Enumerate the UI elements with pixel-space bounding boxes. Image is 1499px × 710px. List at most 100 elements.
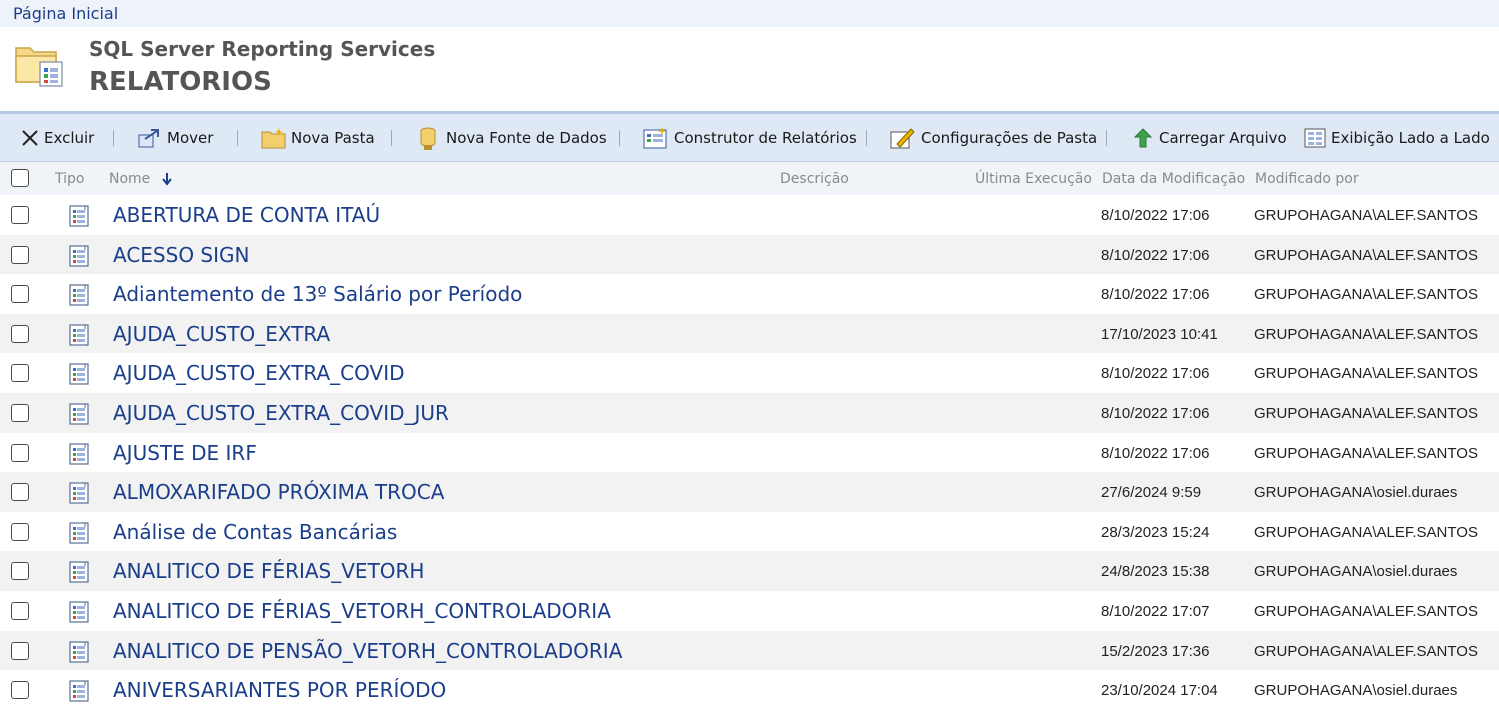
- column-header-row: Tipo Nome Descrição Última Execução Data…: [0, 162, 1499, 195]
- modified-date: 27/6/2024 9:59: [1101, 484, 1202, 502]
- report-name-link[interactable]: ACESSO SIGN: [113, 243, 249, 267]
- modified-date: 8/10/2022 17:06: [1101, 444, 1210, 462]
- page-title: RELATORIOS: [89, 67, 272, 97]
- folder-settings-button[interactable]: Configurações de Pasta: [889, 114, 1097, 161]
- report-list: ABERTURA DE CONTA ITAÚ 8/10/2022 17:06 GRU…: [0, 195, 1499, 710]
- modified-date: 8/10/2022 17:06: [1101, 365, 1210, 383]
- row-checkbox[interactable]: [11, 681, 29, 700]
- modified-by: GRUPOHAGANA\ALEF.SANTOS: [1254, 602, 1478, 620]
- table-row: AJUSTE DE IRF 8/10/2022 17:06 GRUPOHAGANA\…: [0, 433, 1499, 473]
- report-name-link[interactable]: ALMOXARIFADO PRÓXIMA TROCA: [113, 480, 444, 504]
- delete-label: Excluir: [44, 128, 95, 147]
- side-by-side-label: Exibição Lado a Lado: [1331, 128, 1490, 147]
- new-folder-icon: [261, 127, 286, 148]
- report-name-link[interactable]: AJUSTE DE IRF: [113, 441, 257, 465]
- row-checkbox[interactable]: [11, 522, 29, 541]
- table-row: Adiantemento de 13º Salário por Período 8…: [0, 274, 1499, 314]
- breadcrumb-bar: Página Inicial: [0, 0, 1499, 27]
- report-icon[interactable]: [67, 679, 91, 703]
- row-checkbox[interactable]: [11, 641, 29, 660]
- report-name-link[interactable]: Análise de Contas Bancárias: [113, 520, 397, 544]
- column-header-modified-by[interactable]: Modificado por: [1255, 171, 1359, 187]
- report-name-link[interactable]: ANIVERSARIANTES POR PERÍODO: [113, 678, 446, 702]
- modified-by: GRUPOHAGANA\osiel.duraes: [1254, 484, 1458, 502]
- upload-arrow-icon: [1133, 127, 1153, 147]
- modified-by: GRUPOHAGANA\ALEF.SANTOS: [1254, 365, 1478, 383]
- table-row: ALMOXARIFADO PRÓXIMA TROCA 27/6/2024 9:59…: [0, 472, 1499, 512]
- report-icon[interactable]: [67, 481, 91, 505]
- report-icon[interactable]: [67, 521, 91, 545]
- row-checkbox[interactable]: [11, 443, 29, 462]
- report-name-link[interactable]: ANALITICO DE FÉRIAS_VETORH: [113, 559, 424, 583]
- report-name-link[interactable]: ABERTURA DE CONTA ITAÚ: [113, 203, 380, 227]
- toolbar-separator: [1106, 130, 1107, 146]
- toolbar: Excluir Mover Nova Pasta Nova Fonte de D…: [0, 114, 1499, 162]
- modified-date: 8/10/2022 17:06: [1101, 286, 1210, 304]
- row-checkbox[interactable]: [11, 483, 29, 502]
- move-label: Mover: [167, 128, 214, 147]
- column-header-last-run[interactable]: Última Execução: [975, 171, 1092, 187]
- report-icon[interactable]: [67, 323, 91, 347]
- sort-descending-icon: [161, 173, 172, 186]
- report-name-link[interactable]: AJUDA_CUSTO_EXTRA_COVID: [113, 361, 405, 385]
- report-builder-button[interactable]: Construtor de Relatórios: [642, 114, 857, 161]
- delete-button[interactable]: Excluir: [20, 114, 94, 161]
- modified-by: GRUPOHAGANA\ALEF.SANTOS: [1254, 246, 1478, 264]
- report-icon[interactable]: [67, 402, 91, 426]
- breadcrumb-home-link[interactable]: Página Inicial: [13, 4, 118, 23]
- move-button[interactable]: Mover: [137, 114, 213, 161]
- side-by-side-view-button[interactable]: Exibição Lado a Lado: [1303, 114, 1490, 161]
- table-row: ANALITICO DE PENSÃO_VETORH_CONTROLADORIA…: [0, 630, 1499, 671]
- new-folder-label: Nova Pasta: [291, 128, 375, 147]
- upload-button[interactable]: Carregar Arquivo: [1131, 114, 1287, 161]
- row-checkbox[interactable]: [11, 324, 29, 343]
- row-checkbox[interactable]: [11, 403, 29, 422]
- report-icon[interactable]: [67, 283, 91, 307]
- upload-label: Carregar Arquivo: [1159, 128, 1287, 147]
- report-name-link[interactable]: ANALITICO DE FÉRIAS_VETORH_CONTROLADORIA: [113, 599, 611, 623]
- modified-date: 24/8/2023 15:38: [1101, 563, 1210, 581]
- report-name-link[interactable]: AJUDA_CUSTO_EXTRA: [113, 322, 330, 346]
- modified-date: 17/10/2023 10:41: [1101, 325, 1218, 343]
- report-icon[interactable]: [67, 560, 91, 584]
- select-all-checkbox[interactable]: [11, 169, 29, 187]
- report-icon[interactable]: [67, 244, 91, 268]
- column-header-name[interactable]: Nome: [109, 171, 173, 187]
- folder-settings-label: Configurações de Pasta: [921, 128, 1098, 147]
- row-checkbox[interactable]: [11, 245, 29, 264]
- column-header-type[interactable]: Tipo: [55, 171, 84, 187]
- report-builder-icon: [643, 126, 667, 148]
- new-folder-button[interactable]: Nova Pasta: [261, 114, 375, 161]
- toolbar-separator: [619, 130, 620, 146]
- report-name-link[interactable]: AJUDA_CUSTO_EXTRA_COVID_JUR: [113, 401, 449, 425]
- modified-date: 8/10/2022 17:06: [1101, 404, 1210, 422]
- row-checkbox[interactable]: [11, 206, 29, 224]
- column-header-modified-date[interactable]: Data da Modificação: [1102, 171, 1245, 187]
- row-checkbox[interactable]: [11, 364, 29, 383]
- toolbar-separator: [866, 130, 867, 146]
- report-icon[interactable]: [67, 204, 91, 228]
- report-name-link[interactable]: ANALITICO DE PENSÃO_VETORH_CONTROLADORIA: [113, 639, 622, 663]
- row-checkbox[interactable]: [11, 285, 29, 304]
- report-name-link[interactable]: Adiantemento de 13º Salário por Período: [113, 282, 522, 306]
- table-row: AJUDA_CUSTO_EXTRA_COVID 8/10/2022 17:06 GR…: [0, 353, 1499, 393]
- close-icon: [22, 129, 38, 146]
- report-icon[interactable]: [67, 600, 91, 624]
- modified-by: GRUPOHAGANA\osiel.duraes: [1254, 682, 1458, 700]
- report-icon[interactable]: [67, 442, 91, 466]
- row-checkbox[interactable]: [11, 601, 29, 620]
- table-row: ANIVERSARIANTES POR PERÍODO 23/10/2024 17…: [0, 670, 1499, 710]
- toolbar-separator: [237, 130, 238, 146]
- column-header-description[interactable]: Descrição: [780, 171, 849, 187]
- new-datasource-button[interactable]: Nova Fonte de Dados: [416, 114, 607, 161]
- report-icon[interactable]: [67, 640, 91, 664]
- modified-by: GRUPOHAGANA\osiel.duraes: [1254, 563, 1458, 581]
- report-icon[interactable]: [67, 362, 91, 386]
- table-row: ANALITICO DE FÉRIAS_VETORH 24/8/2023 15:3…: [0, 551, 1499, 591]
- modified-by: GRUPOHAGANA\ALEF.SANTOS: [1254, 642, 1478, 660]
- modified-by: GRUPOHAGANA\ALEF.SANTOS: [1254, 444, 1478, 462]
- modified-by: GRUPOHAGANA\ALEF.SANTOS: [1254, 325, 1478, 343]
- table-row: AJUDA_CUSTO_EXTRA 17/10/2023 10:41 GRUPOHA…: [0, 313, 1499, 354]
- row-checkbox[interactable]: [11, 562, 29, 581]
- modified-by: GRUPOHAGANA\ALEF.SANTOS: [1254, 404, 1478, 422]
